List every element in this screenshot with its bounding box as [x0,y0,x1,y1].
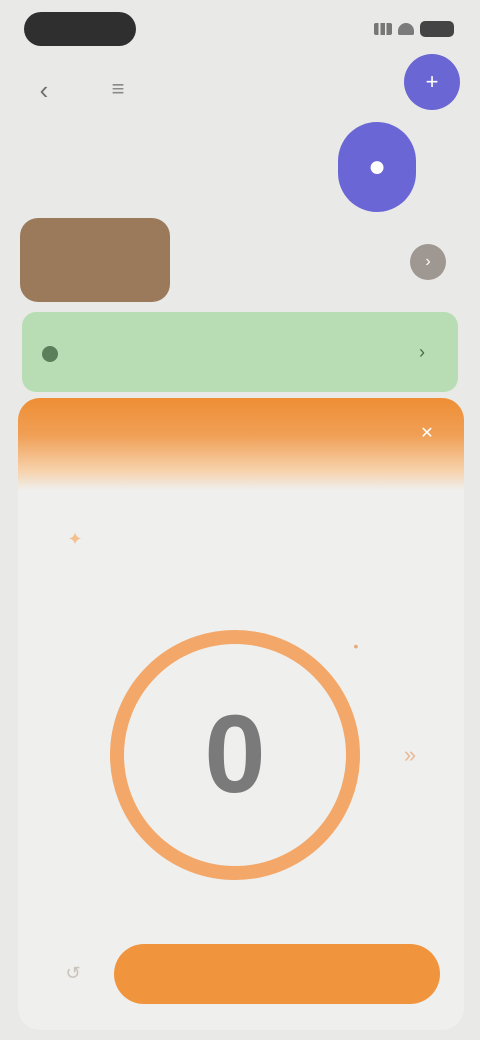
chat-fab-button[interactable]: ● [338,122,416,212]
status-bar [0,0,480,60]
status-time-pill [24,12,136,46]
brown-card-text [184,248,394,272]
add-fab-button[interactable]: + [404,54,460,110]
signal-icon [374,23,392,35]
page-title [170,76,320,104]
sheet-header: ✕ [18,398,464,490]
sheet-title [102,518,402,558]
reset-icon[interactable]: ↺ [58,958,88,988]
sheet-header-left [42,460,72,484]
sheet-subtitle [214,560,294,578]
status-icons [364,18,454,40]
plus-icon: + [425,69,439,94]
brown-card-row[interactable]: › [20,218,452,302]
counter-value: 0 [204,693,266,816]
double-arrow-icon: » [403,742,417,767]
wifi-icon [398,23,414,35]
menu-icon[interactable]: ≡ [100,74,136,104]
sparkle-icon: ✦ [67,529,83,549]
green-banner-text [68,336,268,370]
info-dot-icon [42,346,58,362]
sheet-header-mid [268,462,388,482]
ring-dot-icon: • [353,638,359,654]
primary-action-button[interactable] [114,944,440,1004]
counter-sheet: ✕ ✦ 0 • » ↺ [18,398,464,1030]
chat-icon: ● [367,150,387,183]
green-info-banner[interactable]: › [22,312,458,392]
back-chevron-left-icon[interactable]: ‹ [26,72,62,108]
chevron-right-icon: › [419,342,425,362]
battery-icon [420,21,454,37]
close-icon[interactable]: ✕ [412,422,442,446]
brown-card-thumbnail [20,218,170,302]
chevron-right-icon[interactable]: › [410,244,446,280]
